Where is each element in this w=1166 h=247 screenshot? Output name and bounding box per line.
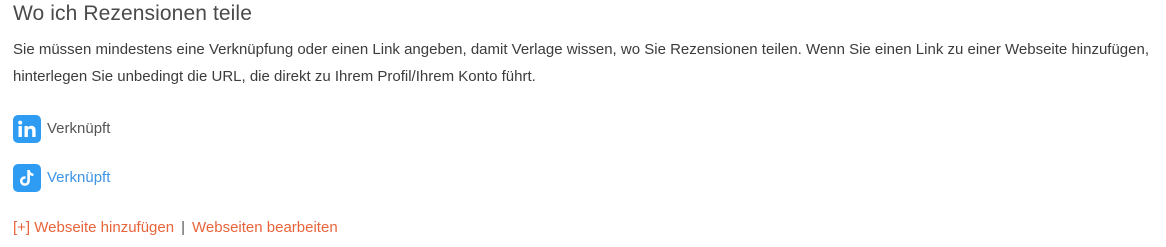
tiktok-connection[interactable]: Verknüpft [13,164,110,192]
add-website-link[interactable]: [+] Webseite hinzufügen [13,219,174,236]
tiktok-status-link[interactable]: Verknüpft [47,164,110,192]
linkedin-status: Verknüpft [47,120,111,137]
edit-websites-link[interactable]: Webseiten bearbeiten [192,219,338,236]
website-actions: [+] Webseite hinzufügen | Webseiten bearbe… [13,218,338,238]
section-title: Wo ich Rezensionen teile [13,2,252,25]
link-separator: | [181,219,185,236]
linkedin-connection: Verknüpft [13,115,110,143]
linkedin-icon [13,115,41,143]
section-description: Sie müssen mindestens eine Verknüpfung o… [13,41,1150,85]
tiktok-icon [13,164,41,192]
